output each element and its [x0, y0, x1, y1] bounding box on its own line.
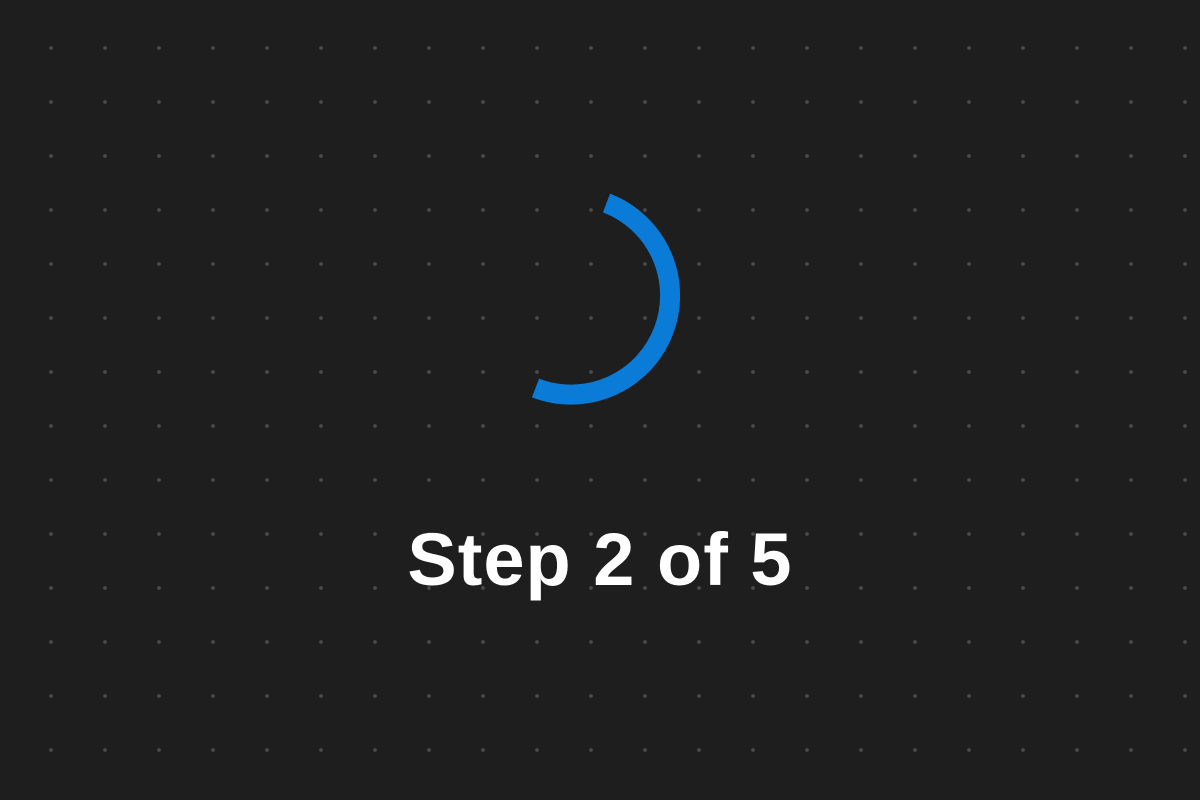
loading-spinner-icon — [531, 193, 681, 405]
loading-screen: Step 2 of 5 — [0, 0, 1200, 800]
step-progress-label: Step 2 of 5 — [407, 518, 793, 601]
spinner-arc — [531, 193, 681, 405]
